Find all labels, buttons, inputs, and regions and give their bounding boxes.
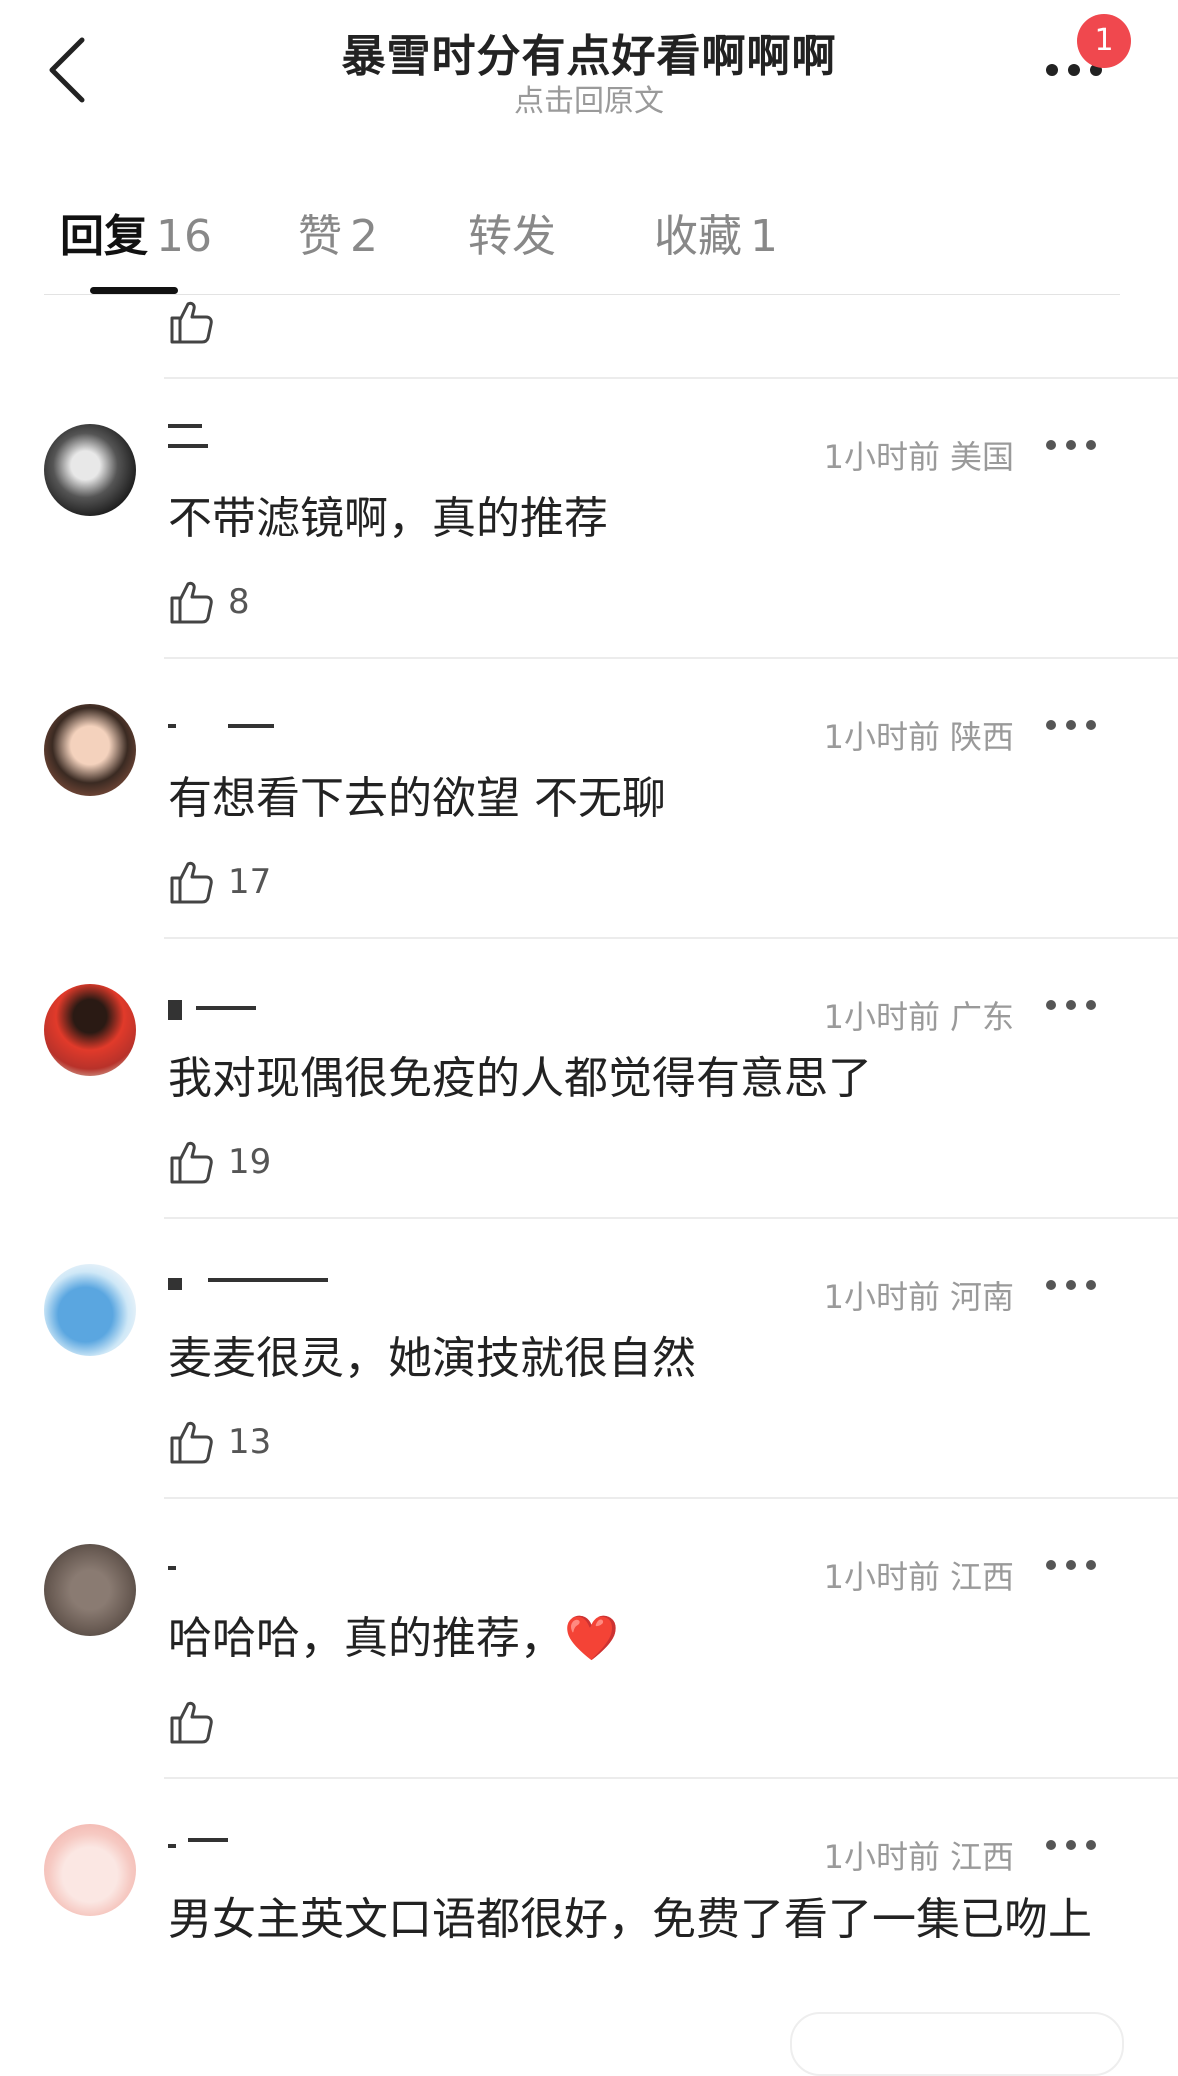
like-button[interactable]: [168, 1696, 228, 1748]
comment-time: 1小时前: [823, 1838, 940, 1876]
comment-more-button[interactable]: [1046, 990, 1106, 1020]
notification-badge: 1: [1077, 14, 1131, 68]
username-redacted[interactable]: [168, 1000, 328, 1020]
username-redacted[interactable]: [168, 718, 328, 738]
tab-likes[interactable]: 赞2: [298, 200, 378, 264]
like-button[interactable]: 8: [168, 576, 250, 628]
comment-location: 美国: [949, 438, 1014, 476]
like-button[interactable]: 19: [168, 1136, 271, 1188]
like-button[interactable]: 13: [168, 1416, 271, 1468]
comment-text: 哈哈哈，真的推荐，❤️: [168, 1613, 619, 1664]
more-dots-icon: [1046, 64, 1058, 76]
post-title: 暴雪时分有点好看啊啊啊: [341, 31, 837, 82]
username-redacted[interactable]: [168, 1274, 328, 1294]
comment-divider: [164, 1777, 1178, 1779]
comment-meta: 1小时前 美国: [824, 432, 1014, 478]
comment-text: 麦麦很灵，她演技就很自然: [168, 1333, 696, 1384]
username-redacted[interactable]: [168, 1560, 328, 1580]
comment-text: 男女主英文口语都很好，免费了看了一集已吻上: [168, 1894, 1092, 1945]
tab-count: 16: [156, 211, 212, 262]
tab-label: 转发: [468, 211, 556, 262]
comment-more-button[interactable]: [1046, 710, 1106, 740]
thumbs-up-icon: [170, 301, 213, 344]
thumbs-up-icon: [170, 1421, 213, 1464]
comment-location: 河南: [949, 1278, 1014, 1316]
comment-meta: 1小时前 江西: [824, 1832, 1014, 1878]
avatar[interactable]: [44, 1824, 136, 1916]
avatar[interactable]: [44, 1544, 136, 1636]
comment-more-button[interactable]: [1046, 1270, 1106, 1300]
comment-location: 陕西: [949, 718, 1014, 756]
tab-favorites[interactable]: 收藏 1: [654, 200, 778, 264]
tab-label: 赞: [298, 211, 342, 262]
active-tab-indicator: [90, 287, 178, 294]
tab-label: 回复: [60, 211, 148, 262]
avatar[interactable]: [44, 1264, 136, 1356]
tab-count: 2: [350, 211, 378, 262]
thumbs-up-icon: [170, 1141, 213, 1184]
comment-meta: 1小时前 陕西: [824, 712, 1014, 758]
comment-location: 江西: [949, 1838, 1014, 1876]
avatar[interactable]: [44, 424, 136, 516]
tab-reposts[interactable]: 转发: [468, 200, 564, 264]
comment-meta: 1小时前 广东: [824, 992, 1014, 1038]
like-count: 8: [228, 582, 250, 622]
comment-divider: [164, 937, 1178, 939]
comment-meta: 1小时前 江西: [824, 1552, 1014, 1598]
tab-count: 1: [750, 211, 778, 262]
reply-input-bar[interactable]: [790, 2012, 1124, 2076]
comment-text: 我对现偶很免疫的人都觉得有意思了: [168, 1053, 872, 1104]
comment-meta: 1小时前 河南: [824, 1272, 1014, 1318]
username-redacted[interactable]: [168, 1838, 328, 1858]
tab-replies[interactable]: 回复 16: [60, 200, 212, 264]
comment-text: 有想看下去的欲望 不无聊: [168, 773, 666, 824]
like-count: 17: [228, 862, 272, 902]
comment-divider: [164, 1217, 1178, 1219]
avatar[interactable]: [44, 704, 136, 796]
username-redacted[interactable]: [168, 424, 328, 448]
comment-divider: [164, 657, 1178, 659]
avatar[interactable]: [44, 984, 136, 1076]
comment-time: 1小时前: [823, 1558, 940, 1596]
comment-more-button[interactable]: [1046, 1830, 1106, 1860]
comment-time: 1小时前: [823, 998, 940, 1036]
like-button[interactable]: 17: [168, 856, 271, 908]
thumbs-up-icon: [170, 861, 213, 904]
comment-more-button[interactable]: [1046, 1550, 1106, 1580]
comment-divider: [164, 377, 1178, 379]
comment-more-button[interactable]: [1046, 430, 1106, 460]
tabs-divider: [44, 294, 1120, 295]
comment-time: 1小时前: [823, 438, 940, 476]
comment-location: 广东: [949, 998, 1014, 1036]
thumbs-up-icon: [170, 581, 213, 624]
view-original-link[interactable]: 点击回原文: [0, 76, 1178, 120]
like-count: 13: [228, 1422, 272, 1462]
tab-label: 收藏: [654, 211, 742, 262]
comment-time: 1小时前: [823, 718, 940, 756]
comment-time: 1小时前: [823, 1278, 940, 1316]
like-button[interactable]: [168, 296, 214, 348]
like-count: 19: [228, 1142, 272, 1182]
thumbs-up-icon: [170, 1701, 213, 1744]
comment-text: 不带滤镜啊，真的推荐: [168, 493, 608, 544]
comment-location: 江西: [949, 1558, 1014, 1596]
more-dot: [1068, 64, 1080, 76]
comment-divider: [164, 1497, 1178, 1499]
